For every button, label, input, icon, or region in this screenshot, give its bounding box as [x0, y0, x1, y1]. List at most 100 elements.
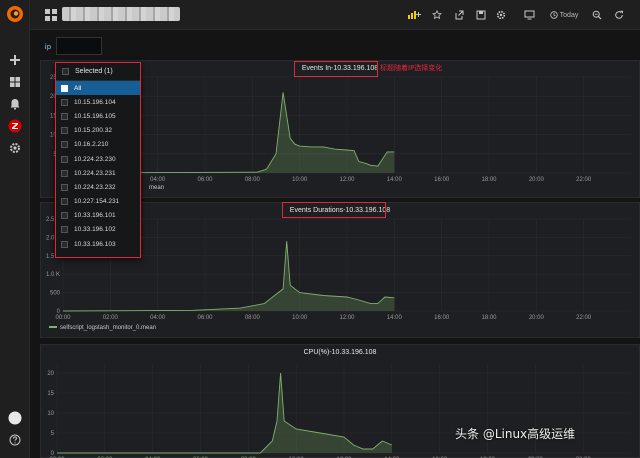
- checkbox-icon: [61, 98, 68, 106]
- x-tick-label: 12:00: [339, 315, 355, 321]
- time-picker-button[interactable]: Today: [548, 7, 580, 23]
- dropdown-option-label: 10.224.23.231: [74, 169, 116, 177]
- help-icon[interactable]: [7, 432, 23, 448]
- checkbox-icon: [61, 198, 68, 206]
- x-tick-label: 16:00: [434, 177, 450, 183]
- watermark: 头条 @Linux高级运维: [455, 427, 576, 441]
- y-tick-label: 1.0 K: [46, 272, 60, 278]
- time-range-label: Today: [559, 11, 579, 19]
- clock-icon: [549, 11, 558, 19]
- x-tick-label: 22:00: [576, 315, 592, 321]
- dropdown-option[interactable]: 10.224.23.231: [56, 166, 140, 180]
- checkbox-icon: [61, 240, 68, 248]
- x-tick-label: 20:00: [529, 177, 545, 183]
- dropdown-option-label: 10.33.196.101: [74, 212, 116, 220]
- x-tick-label: 06:00: [197, 315, 213, 321]
- checkbox-icon: [61, 155, 68, 163]
- dropdown-option-label: 10.227.154.231: [74, 198, 120, 206]
- dropdown-option[interactable]: 10.33.196.101: [56, 209, 140, 223]
- star-icon[interactable]: [430, 7, 444, 23]
- dropdown-option-label: 10.15.196.105: [74, 112, 116, 120]
- top-bar: Today: [30, 0, 640, 30]
- dropdown-option-label: 10.224.23.232: [74, 183, 116, 191]
- x-tick-label: 08:00: [245, 177, 261, 183]
- zoom-out-icon[interactable]: [590, 7, 604, 23]
- refresh-icon[interactable]: [612, 7, 626, 23]
- x-tick-label: 14:00: [387, 177, 403, 183]
- dropdown-option[interactable]: 10.15.196.105: [56, 109, 140, 123]
- avatar[interactable]: [7, 410, 23, 426]
- dropdown-option[interactable]: 10.224.23.232: [56, 180, 140, 194]
- dropdown-option[interactable]: 10.227.154.231: [56, 195, 140, 209]
- dropdown-option[interactable]: 10.224.23.230: [56, 152, 140, 166]
- y-tick-label: 5: [51, 431, 55, 437]
- dropdown-option[interactable]: 10.33.196.102: [56, 223, 140, 237]
- checkbox-icon: [61, 112, 68, 120]
- checkbox-icon: [61, 141, 68, 149]
- dropdown-option[interactable]: 10.16.2.210: [56, 138, 140, 152]
- settings-gear-icon[interactable]: [494, 7, 508, 23]
- x-tick-label: 02:00: [103, 315, 119, 321]
- x-tick-label: 04:00: [150, 177, 166, 183]
- x-tick-label: 22:00: [576, 177, 592, 183]
- checkbox-icon: [61, 127, 68, 135]
- dropdown-option-label: 10.15.200.32: [74, 127, 112, 135]
- x-tick-label: 08:00: [245, 315, 261, 321]
- sidebar: [0, 0, 30, 458]
- checkbox-icon: [62, 68, 69, 75]
- tv-mode-icon[interactable]: [522, 7, 536, 23]
- checkbox-icon: [61, 183, 68, 191]
- dashboard-grid-icon: [45, 9, 57, 21]
- legend-text: selfscript_logstash_monitor_0.mean: [60, 325, 157, 331]
- dropdown-option[interactable]: 10.15.200.32: [56, 124, 140, 138]
- share-icon[interactable]: [452, 7, 466, 23]
- x-tick-label: 06:00: [197, 177, 213, 183]
- annotation-text: 标题随着IP选择变化: [380, 64, 443, 72]
- gear-icon[interactable]: [7, 140, 23, 156]
- checkbox-icon: [61, 212, 68, 220]
- add-panel-icon[interactable]: [406, 7, 422, 23]
- dropdown-selected-header[interactable]: Selected (1): [56, 63, 140, 81]
- dropdown-option[interactable]: All: [56, 81, 140, 96]
- dropdown-option-label: 10.15.196.104: [74, 98, 116, 106]
- y-tick-label: 20: [47, 371, 54, 377]
- dropdown-option-label: 10.224.23.230: [74, 155, 116, 163]
- ip-variable-select[interactable]: [56, 37, 102, 55]
- legend-item[interactable]: selfscript_logstash_monitor_0.mean: [49, 325, 156, 331]
- x-tick-label: 10:00: [292, 177, 308, 183]
- x-tick-label: 10:00: [292, 315, 308, 321]
- y-tick-label: 500: [50, 291, 61, 297]
- dashboards-icon[interactable]: [7, 74, 23, 90]
- x-tick-label: 00:00: [55, 315, 71, 321]
- checkbox-icon: [61, 84, 68, 92]
- ip-variable-dropdown: Selected (1) All 10.15.196.104 10.15.196.1…: [55, 62, 141, 258]
- dropdown-option[interactable]: 10.33.196.103: [56, 237, 140, 251]
- checkbox-icon: [61, 226, 68, 234]
- zabbix-plugin-icon[interactable]: [7, 118, 23, 134]
- legend-text: mean: [149, 185, 165, 191]
- dashboard-title[interactable]: [62, 7, 180, 21]
- dropdown-options: All 10.15.196.104 10.15.196.105 10.15.200.3…: [56, 81, 140, 251]
- x-tick-label: 14:00: [387, 315, 403, 321]
- title-highlight-box: [294, 61, 378, 77]
- dropdown-header-label: Selected (1): [75, 68, 113, 75]
- dropdown-option-label: All: [74, 84, 82, 92]
- plus-icon[interactable]: [7, 52, 23, 68]
- dropdown-option[interactable]: 10.15.196.104: [56, 95, 140, 109]
- dropdown-option-label: 10.33.196.102: [74, 226, 116, 234]
- dropdown-option-label: 10.16.2.210: [74, 141, 109, 149]
- x-tick-label: 04:00: [150, 315, 166, 321]
- x-tick-label: 18:00: [481, 177, 497, 183]
- x-tick-label: 18:00: [481, 315, 497, 321]
- save-icon[interactable]: [474, 7, 488, 23]
- grafana-logo-icon[interactable]: [5, 4, 25, 24]
- x-tick-label: 12:00: [339, 177, 355, 183]
- bell-icon[interactable]: [7, 96, 23, 112]
- checkbox-icon: [61, 169, 68, 177]
- legend-item[interactable]: mean: [149, 185, 164, 191]
- title-highlight-box: [282, 202, 386, 218]
- dropdown-option-label: 10.33.196.103: [74, 240, 116, 248]
- variable-label: ip: [44, 43, 52, 51]
- y-tick-label: 10: [47, 411, 54, 417]
- x-tick-label: 16:00: [434, 315, 450, 321]
